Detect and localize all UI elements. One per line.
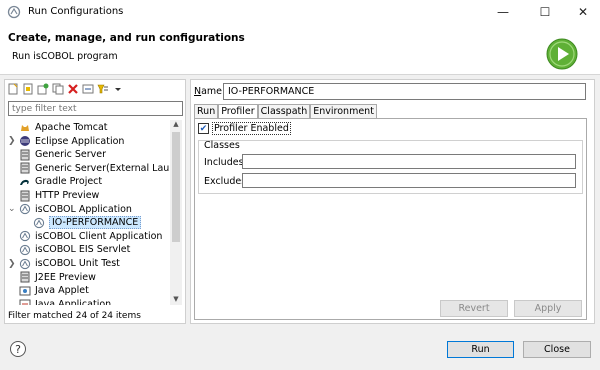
scroll-up-arrow-icon[interactable]: ▲: [170, 120, 182, 130]
header-subtitle: Run isCOBOL program: [12, 51, 118, 62]
name-label: Name:: [194, 86, 226, 97]
tomcat-icon: [19, 122, 31, 134]
tab-profiler[interactable]: Profiler: [218, 104, 258, 118]
collapsed-arrow-icon[interactable]: ❯: [8, 136, 16, 146]
editor-tabs: Run Profiler Classpath Environment: [194, 104, 377, 118]
tab-classpath[interactable]: Classpath: [257, 104, 311, 118]
tree-item[interactable]: ❯ Eclipse Application: [8, 135, 125, 148]
tree-item-label: Java Application: [35, 298, 112, 305]
tree-item[interactable]: ⌄ isCOBOL Application: [8, 203, 132, 216]
run-banner-icon: [546, 38, 578, 70]
java-icon: [19, 298, 31, 305]
tree-item-label: IO-PERFORMANCE: [49, 216, 142, 230]
close-window-button[interactable]: ✕: [564, 0, 600, 24]
tree-item-label: J2EE Preview: [35, 271, 96, 283]
iscobol-icon: [33, 217, 45, 229]
delete-icon[interactable]: [66, 82, 79, 95]
header-title: Create, manage, and run configurations: [8, 32, 245, 44]
tree-item[interactable]: isCOBOL Client Application: [19, 230, 162, 243]
filter-input[interactable]: [8, 101, 183, 116]
tree-item[interactable]: Java Applet: [19, 284, 89, 297]
tree-item-label: isCOBOL Unit Test: [35, 258, 120, 269]
tree-item[interactable]: isCOBOL EIS Servlet: [19, 243, 130, 256]
collapsed-arrow-icon[interactable]: ❯: [8, 259, 16, 269]
tree-item[interactable]: HTTP Preview: [19, 189, 99, 202]
export-icon[interactable]: [36, 82, 49, 95]
classes-group-title: Classes: [204, 140, 240, 151]
profiler-enabled-checkbox[interactable]: ✔: [198, 123, 209, 134]
server-icon: [19, 271, 31, 283]
tree-item[interactable]: Java Application: [19, 298, 111, 305]
new-prototype-icon[interactable]: [21, 82, 34, 95]
collapse-all-icon[interactable]: [81, 82, 94, 95]
tab-run[interactable]: Run: [194, 104, 219, 118]
tree-item[interactable]: Generic Server(External Launch): [19, 162, 170, 175]
tree-item-label: isCOBOL Application: [35, 203, 132, 215]
dropdown-arrow-icon[interactable]: [111, 82, 124, 95]
scrollbar-thumb[interactable]: [172, 132, 180, 242]
iscobol-icon: [19, 230, 31, 242]
name-input[interactable]: [223, 83, 586, 100]
gradle-icon: [19, 176, 31, 188]
close-button[interactable]: Close: [523, 341, 591, 358]
maximize-button[interactable]: ☐: [526, 0, 564, 24]
tree-item[interactable]: ❯ isCOBOL Unit Test: [8, 257, 120, 270]
minimize-button[interactable]: —: [484, 0, 522, 24]
profiler-enabled-checkbox-row[interactable]: ✔ Profiler Enabled: [198, 122, 291, 135]
tree-item-label: isCOBOL EIS Servlet: [35, 244, 131, 256]
new-configuration-icon[interactable]: [6, 82, 19, 95]
server-icon: [19, 149, 31, 161]
eclipse-icon: [19, 135, 31, 147]
run-button[interactable]: Run: [447, 341, 514, 358]
filter-status: Filter matched 24 of 24 items: [8, 311, 141, 321]
applet-icon: [19, 285, 31, 297]
tree-item-label: Eclipse Application: [35, 135, 125, 147]
filter-icon[interactable]: [96, 82, 109, 95]
excludes-label: Excludes: [204, 176, 247, 187]
tree-item-label: HTTP Preview: [35, 190, 100, 201]
tree-item[interactable]: Apache Tomcat: [19, 121, 107, 134]
tree-item-label: Generic Server(External Launch): [35, 162, 170, 174]
tree-item-label: Gradle Project: [35, 176, 103, 188]
dialog-header: Create, manage, and run configurations R…: [0, 24, 600, 74]
tree-item[interactable]: Generic Server: [19, 148, 106, 161]
iscobol-icon: [19, 244, 31, 256]
profiler-enabled-label: Profiler Enabled: [212, 122, 291, 135]
tree-item-label: Java Applet: [35, 285, 89, 297]
revert-button[interactable]: Revert: [440, 300, 508, 317]
scroll-down-arrow-icon[interactable]: ▼: [170, 295, 182, 305]
server-icon: [19, 190, 31, 202]
excludes-input[interactable]: [242, 173, 576, 188]
duplicate-icon[interactable]: [51, 82, 64, 95]
window-title: Run Configurations: [28, 6, 124, 17]
tree-item-label: Generic Server: [35, 149, 107, 161]
tree-item-label: isCOBOL Client Application: [35, 230, 163, 242]
tree-scrollbar[interactable]: ▲ ▼: [170, 120, 182, 305]
tree-item-label: Apache Tomcat: [35, 122, 108, 133]
tree-item[interactable]: Gradle Project: [19, 175, 102, 188]
iscobol-icon: [19, 258, 31, 270]
tree-item[interactable]: J2EE Preview: [19, 271, 96, 284]
includes-label: Includes: [204, 157, 244, 168]
title-bar: Run Configurations — ☐ ✕: [0, 0, 600, 24]
server-icon: [19, 162, 31, 174]
iscobol-icon: [19, 203, 31, 215]
help-icon[interactable]: ?: [10, 341, 26, 357]
configurations-toolbar: [6, 82, 124, 96]
apply-button[interactable]: Apply: [514, 300, 582, 317]
includes-input[interactable]: [242, 154, 576, 169]
expanded-arrow-icon[interactable]: ⌄: [8, 204, 16, 214]
iscobol-app-icon: [7, 5, 21, 19]
tab-environment[interactable]: Environment: [310, 104, 377, 118]
configurations-tree: Apache Tomcat ❯ Eclipse Application Generic…: [5, 120, 170, 305]
tree-item-selected[interactable]: IO-PERFORMANCE: [33, 216, 142, 230]
